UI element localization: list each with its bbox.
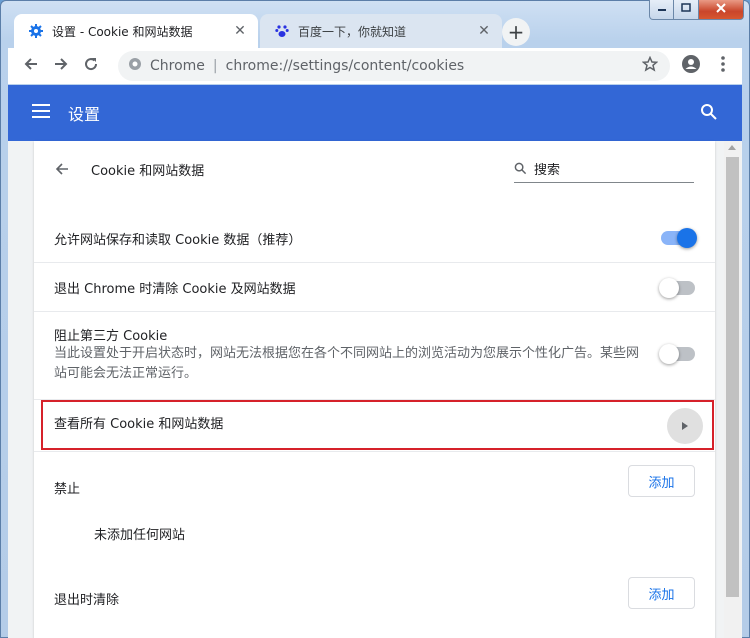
profile-button[interactable] bbox=[676, 51, 706, 81]
section-label: 禁止 bbox=[54, 482, 81, 497]
toggle-knob bbox=[659, 278, 679, 298]
forward-button[interactable] bbox=[46, 51, 76, 81]
arrow-left-icon bbox=[23, 56, 39, 76]
omnibox[interactable]: Chrome | chrome://settings/content/cooki… bbox=[118, 51, 670, 81]
setting-label: 阻止第三方 Cookie bbox=[54, 329, 168, 344]
page-header: Cookie 和网站数据 bbox=[34, 141, 715, 197]
toggle-allow-cookies[interactable] bbox=[661, 228, 697, 248]
tab-title: 百度一下，你就知道 bbox=[298, 24, 407, 39]
reload-button[interactable] bbox=[76, 51, 106, 81]
settings-header: 设置 bbox=[8, 85, 742, 141]
tab-strip: 设置 - Cookie 和网站数据 ✕ 百度一下，你就知道 ✕ + bbox=[8, 12, 742, 48]
empty-list-text: 未添加任何网站 bbox=[94, 528, 186, 543]
scrollbar-thumb[interactable] bbox=[726, 157, 739, 597]
back-button[interactable] bbox=[16, 51, 46, 81]
toggle-knob bbox=[677, 228, 697, 248]
setting-clear-on-exit[interactable]: 退出 Chrome 时清除 Cookie 及网站数据 bbox=[34, 262, 715, 311]
menu-button[interactable] bbox=[708, 51, 738, 81]
gear-icon bbox=[28, 23, 44, 39]
toggle-knob bbox=[659, 344, 679, 364]
url-text[interactable]: chrome://settings/content/cookies bbox=[226, 58, 640, 74]
setting-label: 退出 Chrome 时清除 Cookie 及网站数据 bbox=[54, 282, 296, 297]
star-icon[interactable] bbox=[640, 55, 660, 76]
back-arrow-icon[interactable] bbox=[54, 161, 72, 177]
hamburger-icon[interactable] bbox=[32, 104, 56, 122]
section-clear-on-exit: 退出时清除 添加 bbox=[34, 563, 715, 638]
toggle-block-third-party[interactable] bbox=[659, 344, 695, 364]
scrollbar[interactable] bbox=[724, 141, 741, 638]
setting-label: 允许网站保存和读取 Cookie 数据（推荐） bbox=[54, 233, 302, 248]
baidu-paw-icon bbox=[274, 23, 290, 39]
page-title: Cookie 和网站数据 bbox=[91, 164, 205, 179]
chrome-icon bbox=[128, 57, 142, 75]
scroll-up-icon[interactable] bbox=[728, 145, 736, 150]
site-chip: Chrome bbox=[150, 58, 205, 74]
tab-close-icon[interactable]: ✕ bbox=[476, 23, 492, 39]
add-block-site-button[interactable]: 添加 bbox=[628, 465, 695, 497]
more-vert-icon bbox=[721, 56, 725, 76]
toggle-clear-on-exit[interactable] bbox=[659, 278, 695, 298]
tab-close-icon[interactable]: ✕ bbox=[232, 23, 248, 39]
new-tab-button[interactable]: + bbox=[502, 18, 530, 46]
tab-settings[interactable]: 设置 - Cookie 和网站数据 ✕ bbox=[14, 14, 258, 48]
plus-icon: + bbox=[507, 20, 525, 44]
tab-baidu[interactable]: 百度一下，你就知道 ✕ bbox=[260, 14, 502, 48]
search-icon bbox=[514, 162, 534, 179]
search-icon[interactable] bbox=[700, 103, 718, 125]
tab-title: 设置 - Cookie 和网站数据 bbox=[52, 24, 193, 39]
section-block: 禁止 添加 未添加任何网站 bbox=[34, 451, 715, 563]
reload-icon bbox=[83, 56, 99, 76]
setting-block-third-party[interactable]: 阻止第三方 Cookie 当此设置处于开启状态时，网站无法根据您在各个不同网站上… bbox=[34, 311, 715, 399]
account-icon bbox=[681, 54, 701, 78]
highlight-box bbox=[41, 400, 714, 450]
settings-search bbox=[514, 159, 694, 183]
search-input[interactable] bbox=[534, 163, 684, 178]
settings-title: 设置 bbox=[68, 105, 101, 124]
setting-allow-cookies[interactable]: 允许网站保存和读取 Cookie 数据（推荐） bbox=[34, 213, 715, 262]
setting-description: 当此设置处于开启状态时，网站无法根据您在各个不同网站上的浏览活动为您展示个性化广… bbox=[54, 346, 640, 381]
settings-card: Cookie 和网站数据 允许网站保存和读取 Cookie 数据（推荐） 退出 … bbox=[34, 141, 715, 638]
browser-toolbar: Chrome | chrome://settings/content/cooki… bbox=[8, 48, 742, 84]
url-separator: | bbox=[212, 58, 218, 74]
add-clear-site-button[interactable]: 添加 bbox=[628, 577, 695, 609]
arrow-right-icon bbox=[53, 56, 69, 76]
section-label: 退出时清除 bbox=[54, 593, 120, 608]
